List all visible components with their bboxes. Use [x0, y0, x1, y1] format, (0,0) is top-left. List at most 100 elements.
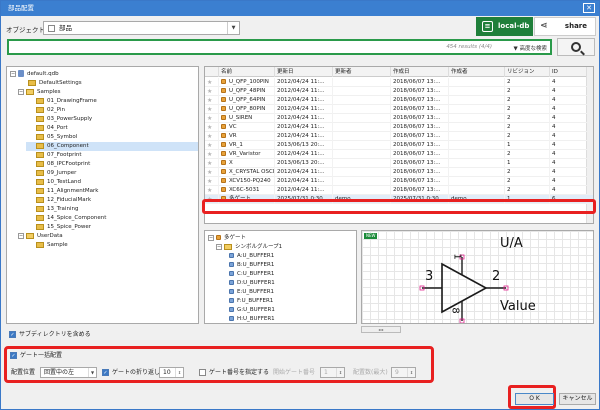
gate-item[interactable]: A:U_BUFFER1 [229, 252, 274, 261]
stepper-arrows-icon[interactable]: ⇕ [336, 368, 344, 377]
object-select[interactable]: 部品 ▼ [43, 21, 240, 35]
tree-item[interactable]: 12_FiducialMark [26, 196, 198, 205]
tree-root[interactable]: − default.qdb [10, 70, 59, 79]
max-count-stepper[interactable]: 9 ⇕ [391, 367, 416, 378]
tree-item[interactable]: 05_Symbol [26, 133, 198, 142]
collapse-toggle-icon[interactable]: − [18, 88, 24, 95]
search-input[interactable]: 454 results (4/4) ▼ 高度な検索 [7, 39, 552, 55]
favorite-star-icon[interactable]: ★ [205, 141, 219, 150]
tree-item[interactable]: 07_Footprint [26, 151, 198, 160]
wrap-stepper[interactable]: 10 ⇕ [159, 367, 184, 378]
tree-item[interactable]: 01_DrawingFrame [26, 97, 198, 106]
column-header[interactable]: 作成日 [391, 67, 449, 77]
cell-text: 4 [552, 97, 556, 103]
gate-item[interactable]: B:U_BUFFER1 [229, 261, 274, 270]
table-row[interactable]: ★ VR_1 2013/06/13 20:... 2018/06/07 13:... 1… [205, 141, 593, 150]
column-header[interactable]: 更新者 [333, 67, 391, 77]
folder-icon [26, 88, 34, 95]
cell-text: 2012/04/24 11:... [277, 178, 325, 184]
cancel-button[interactable]: キャンセル [559, 393, 596, 405]
local-db-button[interactable]: ≡ local-db [476, 17, 533, 36]
collapse-toggle-icon[interactable]: − [10, 70, 16, 77]
include-subdirs-checkbox[interactable]: ✓ [9, 331, 16, 338]
wrap-option[interactable]: ✓ ゲートの折り返し [102, 368, 160, 377]
favorite-star-icon[interactable]: ★ [205, 105, 219, 114]
favorite-star-icon[interactable]: ★ [205, 123, 219, 132]
table-row[interactable]: ★ X 2013/06/13 20:... 2018/06/07 13:... 1 4 [205, 159, 593, 168]
tree-item[interactable]: 09_Jumper [26, 169, 198, 178]
start-gate-stepper[interactable]: 1 ⇕ [320, 367, 345, 378]
table-row[interactable]: ★ U_QFP_80PIN 2012/04/24 11:... 2018/06/07 … [205, 105, 593, 114]
table-row[interactable]: ★ U_SIREN 2012/04/24 11:... 2018/06/07 13:.… [205, 114, 593, 123]
close-button[interactable]: ✕ [583, 3, 595, 13]
favorite-star-icon[interactable]: ★ [205, 87, 219, 96]
table-row[interactable]: ★ VR 2012/04/24 11:... 2018/06/07 13:... 2 4 [205, 132, 593, 141]
search-button[interactable] [557, 38, 595, 56]
tree-item[interactable]: 13_Training [26, 205, 198, 214]
tree-item[interactable]: 14_Spice_Component [26, 214, 198, 223]
gate-batch-option[interactable]: ✓ ゲート一括配置 [10, 351, 62, 360]
table-row[interactable]: ★ U_QFP_48PIN 2012/04/24 11:... 2018/06/07 … [205, 87, 593, 96]
gate-item[interactable]: F:U_BUFFER1 [229, 297, 273, 306]
preview-pager[interactable]: ◂ ▸ [361, 326, 401, 333]
column-header[interactable] [205, 67, 219, 77]
favorite-star-icon[interactable]: ★ [205, 177, 219, 186]
table-row[interactable]: ★ U_QFP_64PIN 2012/04/24 11:... 2018/06/07 … [205, 96, 593, 105]
cell-text: 2018/06/07 13:... [393, 142, 441, 148]
wrap-checkbox[interactable]: ✓ [102, 369, 109, 376]
table-row[interactable]: ★ VR_Varistor 2012/04/24 11:... 2018/06/07 … [205, 150, 593, 159]
cell-text: VR_Varistor [229, 151, 261, 157]
table-row[interactable]: ★ VC 2012/04/24 11:... 2018/06/07 13:... 2 4 [205, 123, 593, 132]
tree-item[interactable]: − Samples [18, 88, 198, 97]
table-cell-creator [449, 114, 505, 123]
column-header[interactable]: 作成者 [449, 67, 505, 77]
tree-item[interactable]: 02_Pin [26, 106, 198, 115]
share-button[interactable]: ⋖ share [534, 17, 596, 36]
placement-select[interactable]: 回置中の左 ▼ [40, 367, 97, 378]
advanced-search-toggle[interactable]: ▼ 高度な検索 [514, 44, 547, 52]
favorite-star-icon[interactable]: ★ [205, 150, 219, 159]
column-header[interactable]: 更新日 [275, 67, 333, 77]
tree-item[interactable]: 03_PowerSupply [26, 115, 198, 124]
tree-item[interactable]: DefaultSettings [18, 79, 198, 88]
tree-item[interactable]: 06_Component [26, 142, 198, 151]
specify-gate-checkbox[interactable] [199, 369, 206, 376]
specify-gate-option[interactable]: ゲート番号を指定する [199, 368, 269, 377]
tree-item[interactable]: 04_Port [26, 124, 198, 133]
favorite-star-icon[interactable]: ★ [205, 186, 219, 195]
tree-item[interactable]: 10_TestLand [26, 178, 198, 187]
collapse-toggle-icon[interactable]: − [216, 243, 222, 250]
favorite-star-icon[interactable]: ★ [205, 114, 219, 123]
collapse-toggle-icon[interactable]: − [18, 232, 24, 239]
collapse-toggle-icon[interactable]: − [208, 234, 214, 241]
favorite-star-icon[interactable]: ★ [205, 168, 219, 177]
stepper-arrows-icon[interactable]: ⇕ [407, 368, 415, 377]
include-subdirs-option[interactable]: ✓ サブディレクトリを含める [9, 329, 91, 338]
table-row[interactable]: ★ X_CRYSTAL OSCILL...2012/04/24 11:... 201… [205, 168, 593, 177]
column-header[interactable]: 名前 [219, 67, 275, 77]
tree-item[interactable]: 08_IPCFootprint [26, 160, 198, 169]
gate-item[interactable]: H:U_BUFFER1 [229, 315, 275, 323]
column-header[interactable]: リビジョン [505, 67, 550, 77]
table-row[interactable]: ★ U_QFP_100PIN 2012/04/24 11:... 2018/06/07… [205, 78, 593, 87]
gate-item[interactable]: G:U_BUFFER1 [229, 306, 275, 315]
table-row[interactable]: ★ XCV150-PQ240 2012/04/24 11:... 2018/06/07… [205, 177, 593, 186]
gate-group[interactable]: − シンボルグループ1 [216, 243, 282, 252]
gate-batch-checkbox[interactable]: ✓ [10, 352, 17, 359]
tree-item[interactable]: Sample [26, 241, 198, 250]
tree-item[interactable]: 11_AlignmentMark [26, 187, 198, 196]
favorite-star-icon[interactable]: ★ [205, 159, 219, 168]
gate-tree-root[interactable]: − 多ゲート [208, 234, 246, 243]
ok-button[interactable]: O K [515, 393, 554, 405]
favorite-star-icon[interactable]: ★ [205, 78, 219, 87]
stepper-arrows-icon[interactable]: ⇕ [175, 368, 183, 377]
cell-text: 2 [507, 151, 511, 157]
gate-item[interactable]: C:U_BUFFER1 [229, 270, 274, 279]
tree-item[interactable]: − UserData [18, 232, 198, 241]
favorite-star-icon[interactable]: ★ [205, 132, 219, 141]
favorite-star-icon[interactable]: ★ [205, 96, 219, 105]
tree-item[interactable]: 15_Spice_Power [26, 223, 198, 232]
gate-item[interactable]: D:U_BUFFER1 [229, 279, 275, 288]
table-row[interactable]: ★ XC6C-5031 2012/04/24 11:... 2018/06/07 13… [205, 186, 593, 195]
gate-item[interactable]: E:U_BUFFER1 [229, 288, 274, 297]
